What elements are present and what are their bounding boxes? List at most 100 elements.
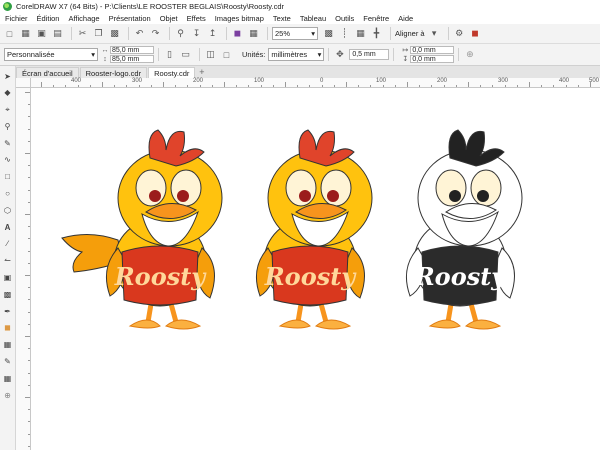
ruler-tick: [297, 85, 299, 87]
ruler-tick: [25, 336, 30, 337]
open-folder-icon[interactable]: ▦: [19, 27, 32, 40]
drop-shadow-icon[interactable]: ▣: [2, 272, 14, 284]
ruler-tick: [260, 85, 262, 87]
all-pages-icon[interactable]: ◫: [204, 48, 217, 61]
undo-icon[interactable]: ↶: [133, 27, 146, 40]
artistic-media-icon[interactable]: ∿: [2, 154, 14, 166]
paste-icon[interactable]: ▩: [108, 27, 121, 40]
application-launcher-icon[interactable]: ▦: [247, 27, 260, 40]
page-size-value: Personnalisée: [7, 50, 55, 59]
mesh-fill-icon[interactable]: ▦: [2, 372, 14, 384]
menu-texte[interactable]: Texte: [273, 14, 291, 23]
drawing-canvas[interactable]: Roosty Roosty Roosty: [31, 88, 600, 450]
transparency-tool-icon[interactable]: ▩: [2, 288, 14, 300]
freehand-tool-icon[interactable]: ✎: [2, 137, 14, 149]
menu-affichage[interactable]: Affichage: [68, 14, 99, 23]
menu-presentation[interactable]: Présentation: [109, 14, 151, 23]
color-management-icon[interactable]: ◼: [469, 27, 482, 40]
outline-pen-icon[interactable]: ✎: [2, 356, 14, 368]
page-width-field[interactable]: 85,0 mm: [110, 46, 154, 54]
roosty-color-waving: Roosty: [61, 130, 222, 329]
add-tool-icon[interactable]: ⊕: [2, 389, 14, 401]
ruler-tick: [382, 85, 384, 87]
vertical-ruler[interactable]: [16, 88, 31, 450]
ruler-tick: [28, 165, 30, 167]
page-height-field[interactable]: 85,0 mm: [110, 55, 154, 63]
options-icon[interactable]: ⚙: [453, 27, 466, 40]
rectangle-tool-icon[interactable]: □: [2, 171, 14, 183]
full-screen-icon[interactable]: ▩: [322, 27, 335, 40]
export-icon[interactable]: ↥: [206, 27, 219, 40]
save-icon[interactable]: ▣: [35, 27, 48, 40]
crop-tool-icon[interactable]: ⌖: [2, 104, 14, 116]
align-to-label[interactable]: Aligner à: [395, 29, 425, 38]
nudge-distance-field[interactable]: 0,5 mm: [349, 49, 390, 60]
color-eyedropper-icon[interactable]: ✒: [2, 305, 14, 317]
duplicate-y-icon: ↧: [402, 56, 409, 63]
smart-fill-icon[interactable]: ▦: [2, 339, 14, 351]
current-page-icon[interactable]: □: [220, 48, 233, 61]
menu-tableau[interactable]: Tableau: [300, 14, 326, 23]
print-icon[interactable]: ▤: [51, 27, 64, 40]
tab-roosty[interactable]: Roosty.cdr: [148, 67, 196, 78]
duplicate-y-field[interactable]: 0,0 mm: [410, 55, 455, 63]
ruler-tick: [211, 85, 213, 87]
tab-welcome-screen[interactable]: Écran d'accueil: [16, 67, 79, 78]
portrait-orientation-icon[interactable]: ▯: [163, 48, 176, 61]
parallel-dimension-icon[interactable]: ∕: [2, 238, 14, 250]
ruler-tick: [199, 85, 201, 87]
connector-tool-icon[interactable]: ↼: [2, 255, 14, 267]
zoom-tool-icon[interactable]: ⚲: [2, 120, 14, 132]
menu-objet[interactable]: Objet: [160, 14, 178, 23]
chevron-down-icon: ▾: [317, 50, 322, 59]
shape-tool-icon[interactable]: ◆: [2, 87, 14, 99]
menu-aide[interactable]: Aide: [398, 14, 413, 23]
toolbox: ➤ ◆ ⌖ ⚲ ✎ ∿ □ ○ ⬡ A ∕ ↼ ▣ ▩ ✒ ◼ ▦ ✎ ▦ ⊕: [0, 66, 16, 450]
menu-images-bitmap[interactable]: Images bitmap: [215, 14, 264, 23]
copy-icon[interactable]: ❐: [92, 27, 105, 40]
ruler-tick: [272, 85, 274, 87]
corel-connect-icon[interactable]: ◼: [231, 27, 244, 40]
ruler-tick: [28, 201, 30, 203]
text-tool-icon[interactable]: A: [2, 221, 14, 233]
standard-toolbar: □ ▦ ▣ ▤ ✂ ❐ ▩ ↶ ↷ ⚲ ↧ ↥ ◼ ▦ 25% ▾ ▩ ┊ ▦ …: [0, 24, 600, 44]
units-select[interactable]: millimètres ▾: [268, 48, 325, 61]
cut-icon[interactable]: ✂: [76, 27, 89, 40]
chevron-down-icon[interactable]: ▾: [428, 27, 441, 40]
ruler-label: 300: [132, 78, 143, 84]
menu-edition[interactable]: Édition: [37, 14, 60, 23]
tab-rooster-logo[interactable]: Rooster-logo.cdr: [79, 67, 148, 78]
ruler-tick: [492, 85, 494, 87]
redo-icon[interactable]: ↷: [149, 27, 162, 40]
ellipse-tool-icon[interactable]: ○: [2, 188, 14, 200]
menu-fenetre[interactable]: Fenêtre: [363, 14, 389, 23]
new-document-icon[interactable]: □: [3, 27, 16, 40]
zoom-level-select[interactable]: 25% ▾: [272, 27, 318, 40]
import-icon[interactable]: ↧: [190, 27, 203, 40]
show-rulers-icon[interactable]: ┊: [338, 27, 351, 40]
ruler-tick: [455, 85, 457, 87]
ruler-tick: [25, 275, 30, 276]
ruler-tick: [25, 214, 30, 215]
pick-tool-icon[interactable]: ➤: [2, 70, 14, 82]
page-size-select[interactable]: Personnalisée ▾: [4, 48, 98, 61]
show-guidelines-icon[interactable]: ╋: [370, 27, 383, 40]
polygon-tool-icon[interactable]: ⬡: [2, 204, 14, 216]
ruler-tick: [28, 104, 30, 106]
ruler-origin[interactable]: [16, 78, 31, 88]
ruler-label: 200: [193, 78, 204, 84]
landscape-orientation-icon[interactable]: ▭: [179, 48, 192, 61]
show-grid-icon[interactable]: ▦: [354, 27, 367, 40]
add-icon[interactable]: ⊕: [463, 48, 476, 61]
ruler-tick: [333, 85, 335, 87]
search-content-icon[interactable]: ⚲: [174, 27, 187, 40]
duplicate-x-field[interactable]: 0,0 mm: [410, 46, 455, 54]
new-tab-icon[interactable]: +: [196, 67, 207, 78]
horizontal-ruler[interactable]: 400 300 200 100 0 100 200 300 400 500: [31, 78, 600, 88]
ruler-label: 400: [559, 78, 570, 84]
menu-outils[interactable]: Outils: [335, 14, 354, 23]
interactive-fill-icon[interactable]: ◼: [2, 322, 14, 334]
menu-effets[interactable]: Effets: [187, 14, 206, 23]
ruler-tick: [358, 85, 360, 87]
menu-fichier[interactable]: Fichier: [5, 14, 28, 23]
